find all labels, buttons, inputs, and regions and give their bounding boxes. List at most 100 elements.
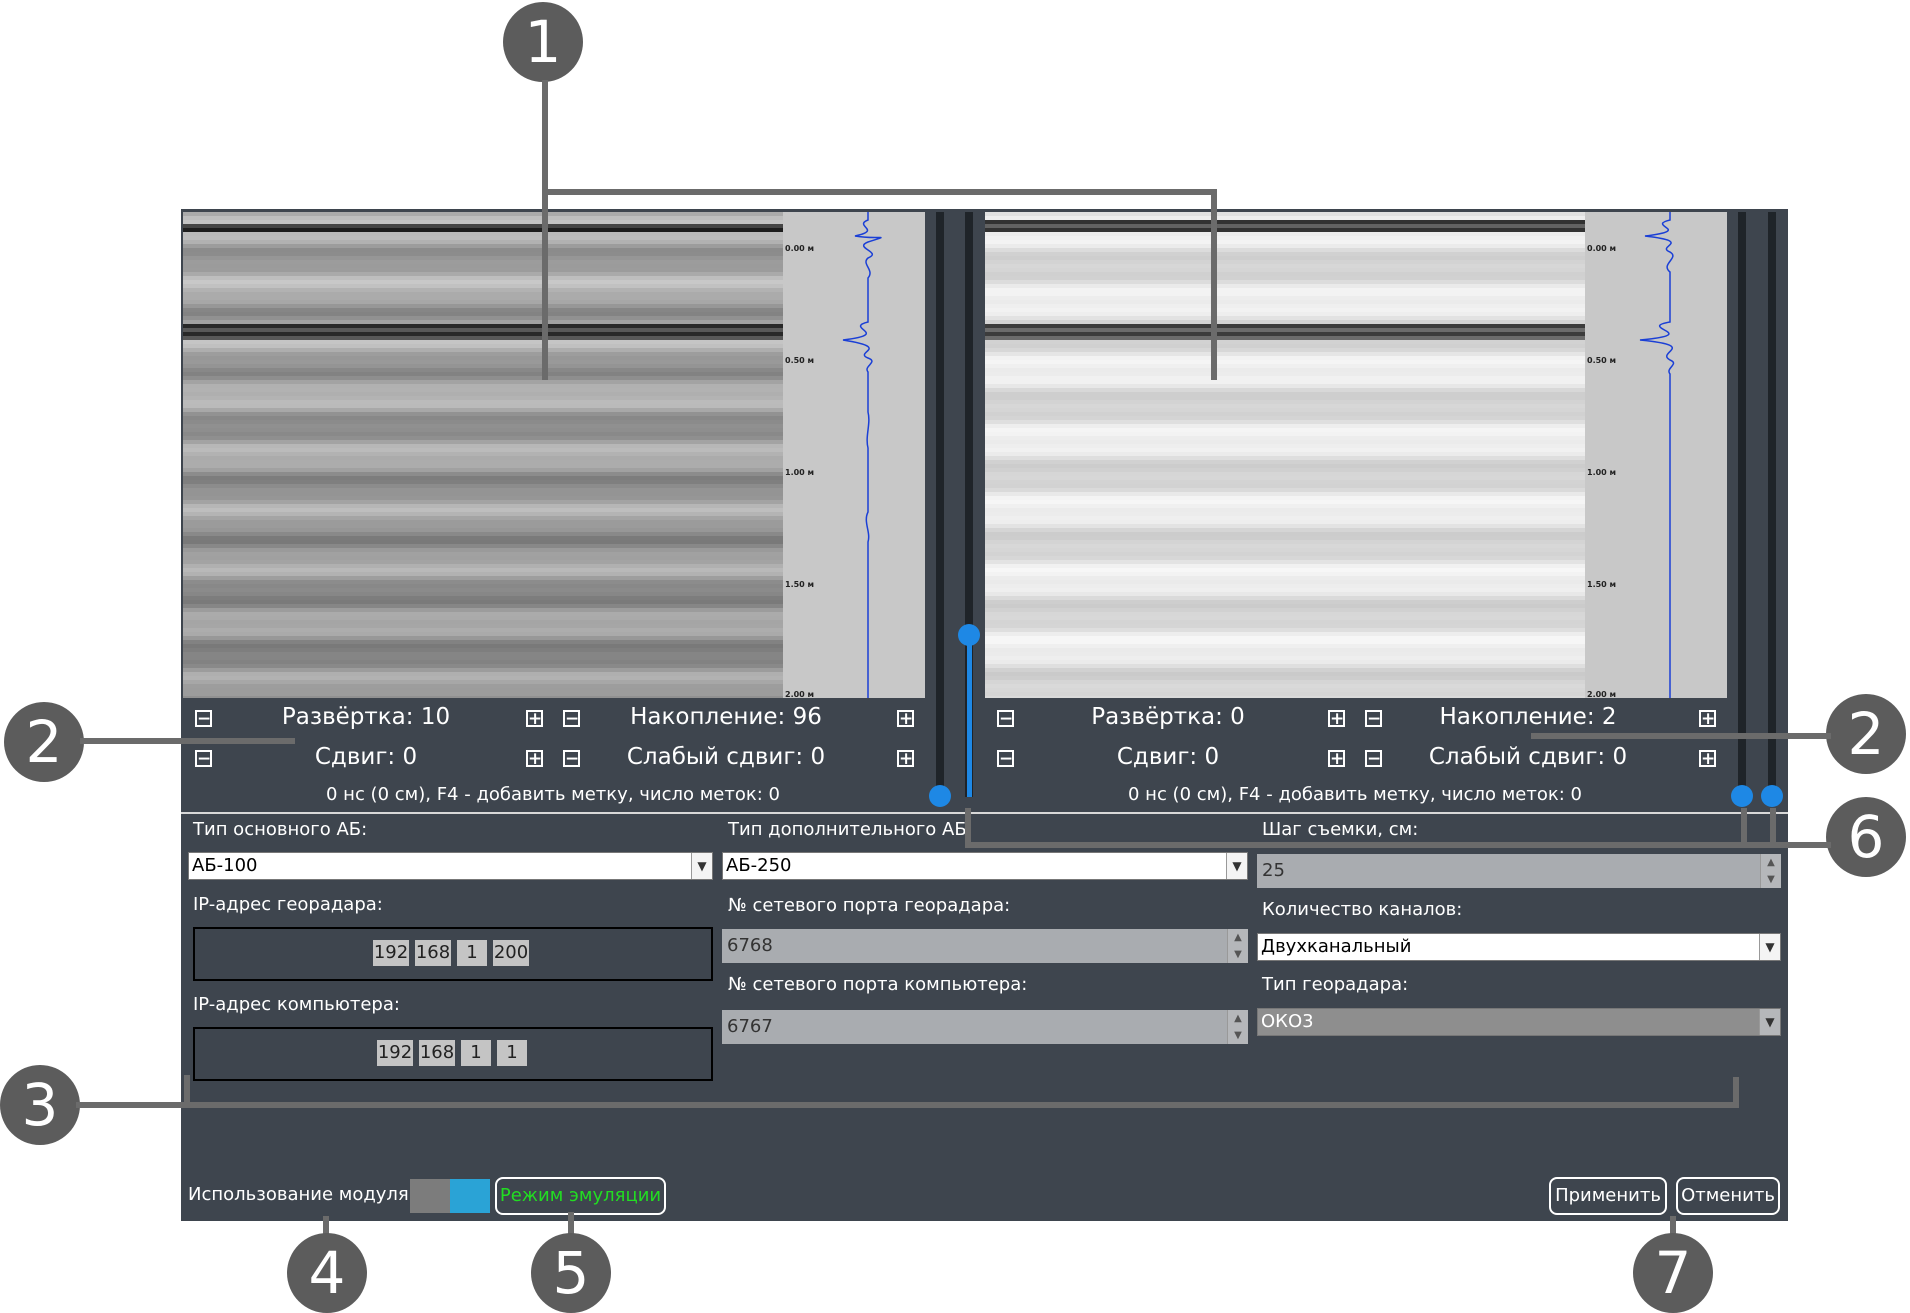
module-usage-toggle[interactable] [410,1179,490,1213]
radar-settings-window: 0.00 м 0.50 м 1.00 м 1.50 м 2.00 м 0.00 … [181,209,1788,1221]
radar-port-input[interactable]: 6768 ▲ ▼ [722,929,1248,963]
sweep-minus-button[interactable]: − [195,710,212,728]
shift-minus-button-extra[interactable]: − [997,750,1014,768]
radar-ip-field[interactable]: 192 168 1 200 [193,927,713,981]
accumulation-label-extra: Накопление: 2 [1439,704,1617,730]
callout-6-leader [1770,808,1776,846]
step-input[interactable]: 25 ▲ ▼ [1257,854,1781,888]
callout-7: 7 [1633,1233,1713,1313]
radar-ip-label: IP-адрес георадара: [193,894,383,915]
depth-label: 0.50 м [1587,356,1617,365]
radargram-extra [985,212,1585,698]
callout-1-leader [1211,189,1217,380]
callout-2-right-leader [1531,733,1831,739]
chevron-down-icon[interactable]: ▼ [1759,934,1780,960]
gain-slider-handle-extra[interactable] [1731,785,1753,807]
depth-label: 1.50 м [1587,580,1617,589]
radar-ip-octet[interactable]: 1 [457,940,487,966]
accum-slider-handle-extra[interactable] [1761,785,1783,807]
depth-label: 0.00 м [785,244,815,253]
radar-port-label: № сетевого порта георадара: [728,895,1011,916]
gain-slider-track[interactable] [936,212,944,797]
radar-type-value: ОКО3 [1261,1011,1314,1032]
channels-select[interactable]: Двухканальный ▼ [1257,933,1781,961]
radargram-main [183,212,783,698]
accumulation-plus-button[interactable]: + [897,710,914,728]
sweep-label: Развёртка: 10 [281,704,451,730]
radar-ip-octet[interactable]: 200 [493,940,529,966]
divider-slider-fill [967,643,972,797]
callout-1: 1 [503,2,583,82]
sweep-label-extra: Развёртка: 0 [1091,704,1245,730]
callout-3: 3 [0,1065,80,1145]
sweep-minus-button-extra[interactable]: − [997,710,1014,728]
divider-slider-handle[interactable] [958,624,980,646]
step-value: 25 [1262,860,1285,881]
callout-3-leader [76,1102,1739,1108]
weak-shift-minus-button-extra[interactable]: − [1365,750,1382,768]
extra-ab-select[interactable]: АБ-250 ▼ [722,852,1248,880]
accum-slider-track-extra[interactable] [1768,212,1776,797]
pc-port-value: 6767 [727,1016,773,1037]
toggle-knob [450,1179,490,1213]
gain-slider-handle[interactable] [929,785,951,807]
sweep-plus-button-extra[interactable]: + [1328,710,1345,728]
callout-6-leader [965,842,1831,848]
weak-shift-label-extra: Слабый сдвиг: 0 [1428,744,1628,770]
emulation-mode-button[interactable]: Режим эмуляции [495,1177,666,1215]
apply-button[interactable]: Применить [1549,1177,1667,1215]
shift-plus-button-extra[interactable]: + [1328,750,1345,768]
pc-port-stepper[interactable]: ▲ ▼ [1227,1010,1248,1044]
radar-type-label: Тип георадара: [1262,974,1409,995]
callout-2-right: 2 [1826,694,1906,774]
radar-port-value: 6768 [727,935,773,956]
depth-label: 0.50 м [785,356,815,365]
accumulation-minus-button-extra[interactable]: − [1365,710,1382,728]
shift-plus-button[interactable]: + [526,750,543,768]
pc-ip-octet[interactable]: 168 [419,1040,455,1066]
step-stepper[interactable]: ▲ ▼ [1760,854,1781,888]
pc-ip-octet[interactable]: 192 [377,1040,413,1066]
chevron-down-icon[interactable]: ▼ [1759,1009,1780,1035]
trace-plot-extra: 0.00 м 0.50 м 1.00 м 1.50 м 2.00 м [1585,212,1727,699]
pc-ip-field[interactable]: 192 168 1 1 [193,1027,713,1081]
extra-ab-label: Тип дополнительного АБ: [728,819,973,840]
pc-ip-octet[interactable]: 1 [461,1040,491,1066]
chevron-down-icon[interactable]: ▼ [691,853,712,879]
accumulation-label: Накопление: 96 [630,704,822,730]
accumulation-plus-button-extra[interactable]: + [1699,710,1716,728]
gain-slider-track-extra[interactable] [1738,212,1746,797]
weak-shift-label: Слабый сдвиг: 0 [626,744,826,770]
status-bar-main: 0 нс (0 см), F4 - добавить метку, число … [326,784,780,805]
pc-port-label: № сетевого порта компьютера: [728,974,1028,995]
depth-label: 2.00 м [785,690,815,699]
shift-minus-button[interactable]: − [195,750,212,768]
radar-port-stepper[interactable]: ▲ ▼ [1227,929,1248,963]
depth-label: 1.00 м [1587,468,1617,477]
weak-shift-plus-button-extra[interactable]: + [1699,750,1716,768]
weak-shift-plus-button[interactable]: + [897,750,914,768]
depth-label: 2.00 м [1587,690,1617,699]
radar-type-select[interactable]: ОКО3 ▼ [1257,1008,1781,1036]
callout-6-leader [965,808,971,846]
pc-ip-octet[interactable]: 1 [497,1040,527,1066]
main-ab-label: Тип основного АБ: [193,819,368,840]
callout-5: 5 [531,1233,611,1313]
pc-port-input[interactable]: 6767 ▲ ▼ [722,1010,1248,1044]
status-bar-extra: 0 нс (0 см), F4 - добавить метку, число … [1128,784,1582,805]
chevron-down-icon[interactable]: ▼ [1226,853,1247,879]
depth-label: 0.00 м [1587,244,1617,253]
channels-label: Количество каналов: [1262,899,1463,920]
weak-shift-minus-button[interactable]: − [563,750,580,768]
callout-6-leader [1741,808,1747,846]
callout-2-left-leader [80,738,295,744]
radar-ip-octet[interactable]: 168 [415,940,451,966]
depth-label: 1.50 м [785,580,815,589]
callout-3-leader [184,1075,190,1108]
radar-ip-octet[interactable]: 192 [373,940,409,966]
main-ab-select[interactable]: АБ-100 ▼ [188,852,713,880]
callout-6: 6 [1826,797,1906,877]
accumulation-minus-button[interactable]: − [563,710,580,728]
cancel-button[interactable]: Отменить [1676,1177,1780,1215]
sweep-plus-button[interactable]: + [526,710,543,728]
